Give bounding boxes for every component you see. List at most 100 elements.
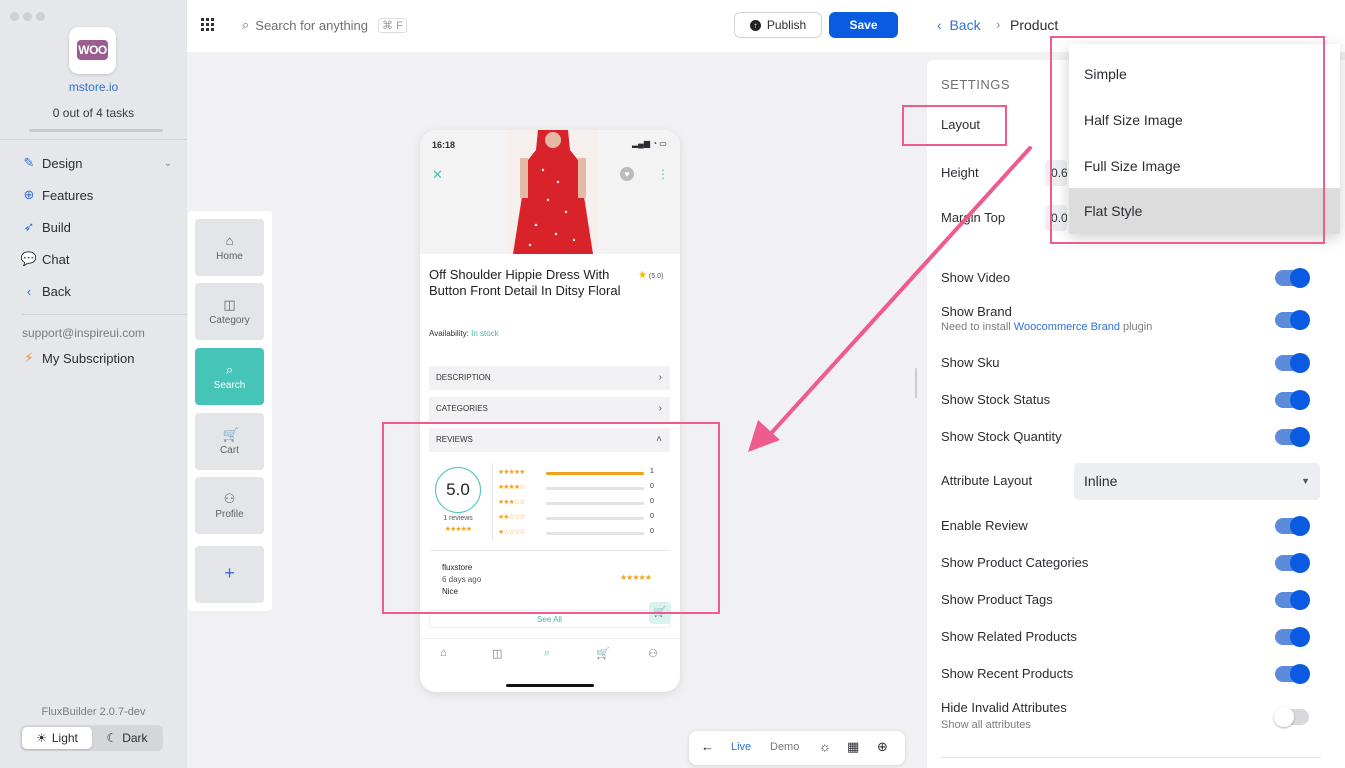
save-button[interactable]: Save — [829, 12, 898, 38]
accordion-description[interactable]: DESCRIPTION › — [429, 366, 670, 390]
sidebar-item-back[interactable]: ‹ Back — [22, 281, 172, 301]
show-related-products-toggle[interactable] — [1275, 627, 1310, 647]
chat-icon: 💬 — [20, 251, 38, 266]
enable-review-toggle[interactable] — [1275, 516, 1310, 536]
show-product-categories-toggle[interactable] — [1275, 553, 1310, 573]
woo-logo: WOO — [69, 27, 116, 74]
tab-home[interactable]: ⌂ Home — [195, 219, 264, 276]
show-related-products-label: Show Related Products — [941, 629, 1077, 644]
search-placeholder: Search for anything — [255, 17, 369, 33]
show-video-toggle[interactable] — [1275, 268, 1310, 288]
divider — [22, 314, 187, 315]
show-recent-products-toggle[interactable] — [1275, 664, 1310, 684]
add-tab-button[interactable]: + — [195, 546, 264, 603]
margin-top-label: Margin Top — [941, 210, 1006, 225]
cart-icon[interactable]: 🛒 — [596, 647, 610, 660]
zoom-icon[interactable]: ⊕ — [877, 739, 888, 755]
sun-icon[interactable]: ☼ — [819, 739, 831, 754]
caret-down-icon: ▼ — [1301, 476, 1310, 486]
divider — [420, 638, 680, 639]
tab-profile[interactable]: ⚇ Profile — [195, 477, 264, 534]
toggle-knob — [1290, 390, 1310, 410]
status-icons: ▂▄▆ ◔ ▭ — [632, 139, 667, 148]
product-title: Off Shoulder Hippie Dress With Button Fr… — [429, 267, 621, 298]
close-icon[interactable]: ✕ — [432, 167, 443, 183]
accordion-categories[interactable]: CATEGORIES › — [429, 397, 670, 421]
preview-toolbar: ← Live Demo ☼ ▦ ⊕ — [689, 731, 905, 765]
profile-icon[interactable]: ⚇ — [648, 647, 658, 660]
window-controls[interactable] — [10, 8, 49, 26]
status-time: 16:18 — [432, 140, 456, 150]
breadcrumb-current: Product — [1010, 17, 1059, 33]
more-icon[interactable]: ⋮ — [657, 167, 669, 181]
toggle-knob — [1290, 353, 1310, 373]
toggle-knob — [1290, 590, 1310, 610]
hint-text: Need to install — [941, 321, 1014, 333]
search-icon: ⌕ — [225, 362, 234, 377]
cart-icon: 🛒 — [222, 427, 239, 442]
sidebar-item-build[interactable]: ➶ Build — [22, 217, 172, 237]
show-stock-quantity-toggle[interactable] — [1275, 427, 1310, 447]
theme-switch: ☀ Light ☾ Dark — [20, 725, 163, 751]
store-name[interactable]: mstore.io — [0, 80, 187, 94]
sidebar-item-features[interactable]: ⊕ Features — [22, 185, 172, 205]
attribute-layout-select[interactable]: Inline ▼ — [1074, 463, 1320, 500]
show-brand-hint: Need to install Woocommerce Brand plugin — [941, 321, 1152, 333]
chevron-right-icon: › — [658, 372, 662, 383]
search-bar[interactable]: ⌕ Search for anything ⌘ F — [242, 17, 407, 33]
plus-icon: + — [224, 563, 235, 583]
tasks-progress-bar — [29, 129, 163, 132]
theme-dark-button[interactable]: ☾ Dark — [92, 727, 162, 749]
my-subscription-link[interactable]: ⚡ My Subscription — [22, 348, 172, 368]
toggle-knob — [1290, 627, 1310, 647]
show-stock-status-toggle[interactable] — [1275, 390, 1310, 410]
star-icon: ★ — [638, 270, 647, 281]
toggle-knob — [1290, 664, 1310, 684]
arrow-left-icon[interactable]: ← — [701, 739, 714, 754]
search-icon[interactable]: ⌕ — [544, 647, 550, 660]
chevron-left-icon: ‹ — [26, 283, 32, 299]
hide-invalid-attributes-toggle[interactable] — [1274, 707, 1309, 727]
demo-mode-button[interactable]: Demo — [770, 741, 799, 753]
live-mode-button[interactable]: Live — [731, 741, 751, 753]
search-icon: ⌕ — [242, 17, 250, 32]
tab-search[interactable]: ⌕ Search — [195, 348, 264, 405]
home-icon[interactable]: ⌂ — [440, 647, 447, 659]
product-image — [420, 130, 680, 254]
publish-button[interactable]: ↑ Publish — [734, 12, 822, 38]
tab-cart[interactable]: 🛒 Cart — [195, 413, 264, 470]
divider — [941, 757, 1321, 758]
sidebar-item-chat[interactable]: 💬 Chat — [20, 249, 172, 269]
toggle-knob — [1274, 707, 1294, 727]
plus-circle-icon: ⊕ — [23, 187, 35, 202]
tasks-progress-text: 0 out of 4 tasks — [52, 106, 135, 120]
theme-light-button[interactable]: ☀ Light — [22, 727, 92, 749]
category-icon[interactable]: ◫ — [492, 647, 502, 660]
chevron-down-icon: ⌄ — [163, 157, 172, 169]
enable-review-label: Enable Review — [941, 518, 1028, 533]
show-product-tags-toggle[interactable] — [1275, 590, 1310, 610]
show-recent-products-label: Show Recent Products — [941, 666, 1074, 681]
tab-category[interactable]: ◫ Category — [195, 283, 264, 340]
back-link[interactable]: ‹ Back — [937, 17, 981, 33]
hide-invalid-attributes-hint: Show all attributes — [941, 719, 1031, 731]
annotation-box-layout — [902, 105, 1007, 146]
show-sku-toggle[interactable] — [1275, 353, 1310, 373]
sidebar-item-design[interactable]: ✎ Design ⌄ — [22, 153, 172, 173]
show-brand-toggle[interactable] — [1275, 310, 1310, 330]
apps-grid-icon[interactable] — [201, 18, 215, 32]
table-icon[interactable]: ▦ — [847, 739, 859, 755]
woocommerce-brand-link[interactable]: Woocommerce Brand — [1014, 321, 1120, 333]
moon-icon: ☾ — [106, 731, 118, 745]
resize-handle[interactable] — [915, 368, 917, 398]
support-email[interactable]: support@inspireui.com — [22, 326, 145, 340]
tab-bar-editor: ⌂ Home ◫ Category ⌕ Search 🛒 Cart ⚇ Profile + — [188, 211, 272, 611]
divider — [0, 139, 187, 140]
breadcrumb-separator: › — [996, 17, 1001, 32]
heart-icon[interactable]: ♥ — [620, 167, 634, 181]
show-sku-label: Show Sku — [941, 355, 1000, 370]
chevron-right-icon: › — [658, 403, 662, 414]
brush-icon: ✎ — [23, 155, 35, 170]
sun-icon: ☀ — [36, 731, 47, 745]
show-stock-quantity-label: Show Stock Quantity — [941, 429, 1062, 444]
